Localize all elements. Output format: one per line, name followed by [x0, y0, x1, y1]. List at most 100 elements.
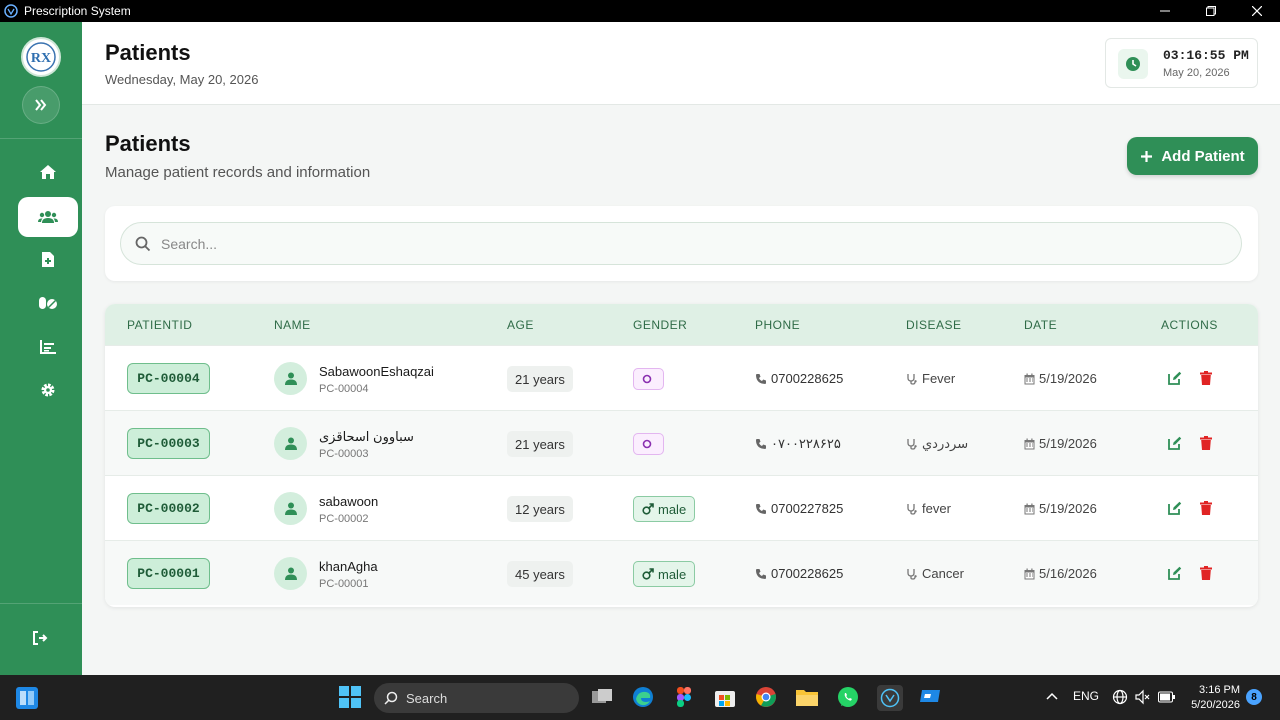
- add-patient-label: Add Patient: [1161, 147, 1245, 165]
- genderless-icon: [642, 439, 651, 449]
- col-age[interactable]: AGE: [507, 318, 534, 332]
- patient-date: 5/16/2026: [1024, 566, 1097, 581]
- page-header: Patients Wednesday, May 20, 2026 03:16:5…: [82, 22, 1280, 105]
- whatsapp-icon[interactable]: [836, 685, 860, 709]
- patient-name: sabawoon: [319, 494, 379, 509]
- patient-date: 5/19/2026: [1024, 501, 1097, 516]
- system-time: 3:16 PM: [1199, 684, 1240, 696]
- language-indicator[interactable]: ENG: [1073, 689, 1099, 703]
- mars-icon: [642, 503, 654, 515]
- sidebar-divider: [0, 138, 82, 139]
- col-patientid[interactable]: PATIENTID: [127, 318, 192, 332]
- calendar-icon: [1024, 373, 1035, 384]
- network-globe-icon[interactable]: [1112, 689, 1128, 705]
- stethoscope-icon: [907, 503, 917, 515]
- chevrons-right-icon: [35, 99, 47, 111]
- microsoft-store-icon[interactable]: [713, 685, 737, 709]
- col-date[interactable]: DATE: [1024, 318, 1057, 332]
- figma-icon[interactable]: [672, 685, 696, 709]
- notification-badge[interactable]: 8: [1246, 689, 1262, 705]
- sidebar-item-prescriptions[interactable]: [18, 239, 78, 279]
- logout-button[interactable]: [10, 618, 70, 658]
- trash-icon[interactable]: [1200, 501, 1212, 515]
- expand-sidebar-button[interactable]: [22, 86, 60, 124]
- patient-phone: 0700228625: [755, 371, 843, 386]
- trash-icon[interactable]: [1200, 566, 1212, 580]
- sidebar-item-settings[interactable]: [18, 370, 78, 410]
- patient-date: 5/19/2026: [1024, 371, 1097, 386]
- speaker-muted-icon[interactable]: [1135, 689, 1151, 705]
- gender-badge: male: [633, 496, 696, 522]
- table-row[interactable]: PC-00001 khanAgha PC-00001 45 years male…: [105, 540, 1258, 605]
- phone-icon: [756, 439, 766, 449]
- sidebar-item-reports[interactable]: [18, 327, 78, 367]
- patient-phone: ۰۷۰۰۲۲۸۶۲۵: [755, 436, 841, 452]
- search-box[interactable]: [120, 222, 1242, 265]
- patient-disease: Fever: [906, 371, 955, 386]
- add-patient-button[interactable]: Add Patient: [1127, 137, 1258, 175]
- calendar-icon: [1024, 438, 1035, 449]
- col-gender[interactable]: GENDER: [633, 318, 687, 332]
- minimize-button[interactable]: [1142, 0, 1188, 22]
- battery-icon[interactable]: [1158, 691, 1176, 703]
- col-actions: ACTIONS: [1161, 318, 1218, 332]
- patient-code: PC-00001: [319, 578, 369, 590]
- sign-out-icon: [33, 631, 48, 645]
- clock-icon: [1118, 49, 1148, 79]
- genderless-icon: [642, 374, 651, 384]
- calendar-icon: [1024, 503, 1035, 514]
- stethoscope-icon: [907, 568, 917, 580]
- age-badge: 21 years: [507, 431, 573, 457]
- table-row[interactable]: PC-00003 سباوون اسحاقزی PC-00003 21 year…: [105, 410, 1258, 475]
- col-disease[interactable]: DISEASE: [906, 318, 962, 332]
- widgets-icon[interactable]: [16, 687, 38, 709]
- maximize-button[interactable]: [1188, 0, 1234, 22]
- windows-start-icon[interactable]: [339, 686, 361, 708]
- chrome-icon[interactable]: [754, 685, 778, 709]
- sidebar-item-medicines[interactable]: [18, 283, 78, 323]
- app-icon: [4, 4, 18, 18]
- system-clock[interactable]: 3:16 PM 5/20/2026: [1186, 683, 1240, 713]
- gender-text: male: [658, 501, 687, 517]
- user-avatar-icon: [274, 492, 307, 525]
- trash-icon[interactable]: [1200, 436, 1212, 450]
- clock-widget: 03:16:55 PM May 20, 2026: [1105, 38, 1258, 88]
- mars-icon: [642, 568, 654, 580]
- phone-icon: [756, 503, 766, 514]
- file-explorer-icon[interactable]: [795, 685, 819, 709]
- edge-icon[interactable]: [631, 685, 655, 709]
- trash-icon[interactable]: [1200, 371, 1212, 385]
- clock-time: 03:16:55 PM: [1163, 48, 1249, 63]
- header-date: Wednesday, May 20, 2026: [105, 72, 259, 87]
- user-avatar-icon: [274, 362, 307, 395]
- edit-icon[interactable]: [1168, 371, 1182, 385]
- remote-desktop-icon[interactable]: [918, 685, 942, 709]
- logo-text: RX: [31, 51, 51, 66]
- home-icon: [40, 165, 56, 179]
- edit-icon[interactable]: [1168, 436, 1182, 450]
- patient-disease: سردردي: [906, 436, 968, 452]
- page-subtitle: Manage patient records and information: [105, 164, 371, 181]
- clock-date: May 20, 2026: [1163, 67, 1230, 79]
- age-badge: 45 years: [507, 561, 573, 587]
- patient-code: PC-00004: [319, 383, 369, 395]
- header-title: Patients: [105, 40, 191, 65]
- close-window-button[interactable]: [1234, 0, 1280, 22]
- taskbar-search[interactable]: Search: [374, 683, 579, 713]
- col-phone[interactable]: PHONE: [755, 318, 800, 332]
- patient-id-badge: PC-00003: [127, 428, 210, 459]
- search-input[interactable]: [161, 233, 1221, 255]
- stethoscope-icon: [907, 439, 917, 450]
- table-row[interactable]: PC-00002 sabawoon PC-00002 12 years male…: [105, 475, 1258, 540]
- edit-icon[interactable]: [1168, 566, 1182, 580]
- sidebar-item-home[interactable]: [18, 152, 78, 192]
- task-view-icon[interactable]: [590, 685, 614, 709]
- sidebar-item-patients[interactable]: [18, 197, 78, 237]
- table-header: PATIENTID NAME AGE GENDER PHONE DISEASE …: [105, 304, 1258, 345]
- edit-icon[interactable]: [1168, 501, 1182, 515]
- prescription-app-icon[interactable]: [877, 685, 903, 711]
- col-name[interactable]: NAME: [274, 318, 311, 332]
- table-row[interactable]: PC-00004 SabawoonEshaqzai PC-00004 21 ye…: [105, 345, 1258, 410]
- patient-id-badge: PC-00004: [127, 363, 210, 394]
- chevron-up-icon[interactable]: [1046, 691, 1058, 701]
